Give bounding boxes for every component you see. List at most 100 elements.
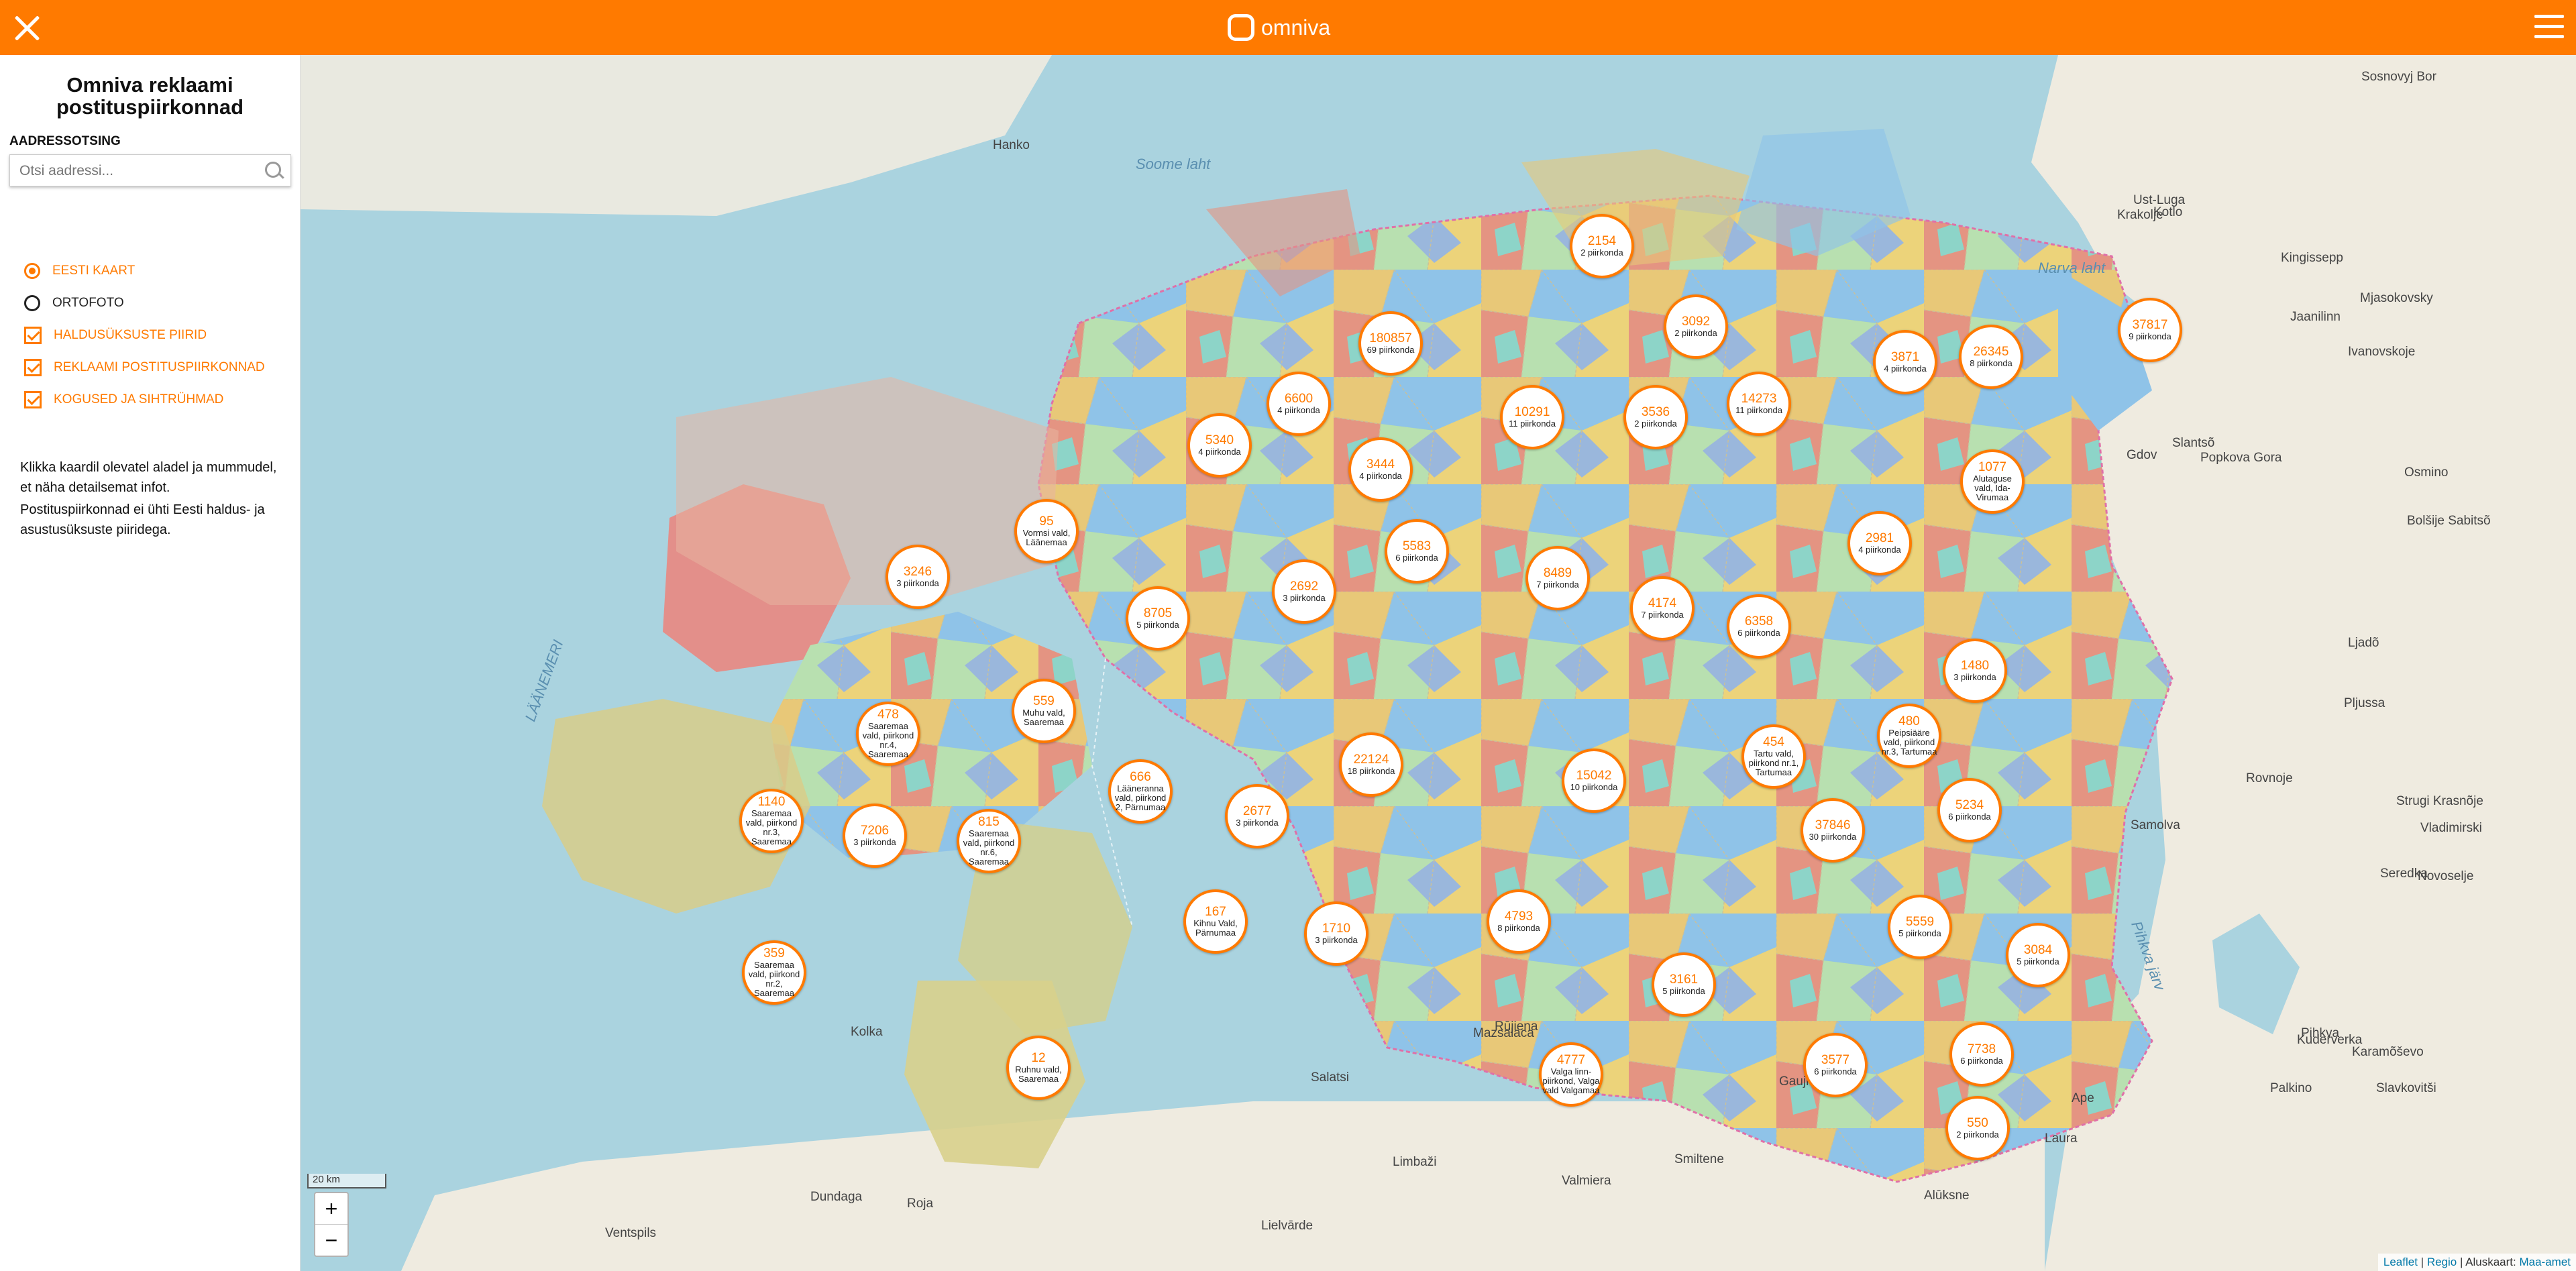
count-marker[interactable]: 7738 6 piirkonda (1949, 1022, 2014, 1087)
count-marker[interactable]: 14273 11 piirkonda (1727, 372, 1791, 436)
search-icon[interactable] (265, 162, 281, 178)
count-marker[interactable]: 3536 2 piirkonda (1623, 385, 1688, 449)
checkbox[interactable] (24, 359, 42, 376)
count-marker[interactable]: 559 Muhu vald, Saaremaa (1012, 679, 1076, 743)
close-icon[interactable] (9, 11, 44, 46)
count-marker[interactable]: 26345 8 piirkonda (1959, 325, 2023, 389)
count-marker[interactable]: 180857 69 piirkonda (1358, 311, 1423, 376)
count-marker[interactable]: 3444 4 piirkonda (1348, 437, 1413, 502)
marker-count: 3536 (1641, 405, 1670, 419)
count-marker[interactable]: 2692 3 piirkonda (1272, 559, 1336, 624)
count-marker[interactable]: 5559 5 piirkonda (1888, 895, 1952, 959)
count-marker[interactable]: 95 Vormsi vald, Läänemaa (1014, 499, 1079, 563)
count-marker[interactable]: 37817 9 piirkonda (2118, 298, 2182, 362)
marker-label: 6 piirkonda (1737, 628, 1780, 638)
count-marker[interactable]: 4777 Valga linn-piirkond, Valga vald Valg… (1539, 1042, 1603, 1107)
address-search-input[interactable] (18, 159, 262, 183)
count-marker[interactable]: 12 Ruhnu vald, Saaremaa (1006, 1036, 1071, 1100)
count-marker[interactable]: 15042 10 piirkonda (1562, 749, 1626, 813)
marker-label: 7 piirkonda (1641, 610, 1684, 620)
count-marker[interactable]: 8705 5 piirkonda (1126, 586, 1190, 651)
marker-count: 14273 (1741, 392, 1777, 406)
radio-button[interactable] (24, 263, 40, 279)
marker-count: 2692 (1289, 579, 1319, 594)
layer-option-3[interactable]: HALDUSÜKSUSTE PIIRID (24, 325, 207, 346)
checkbox[interactable] (24, 327, 42, 344)
count-marker[interactable]: 5234 6 piirkonda (1937, 778, 2002, 842)
marker-count: 478 (877, 708, 899, 722)
count-marker[interactable]: 666 Lääneranna vald, piirkond 2, Pärnumaa (1108, 759, 1173, 824)
marker-count: 815 (978, 815, 1000, 829)
marker-count: 22124 (1353, 753, 1389, 767)
count-marker[interactable]: 167 Kihnu Vald, Pärnumaa (1183, 889, 1248, 954)
marker-count: 5234 (1955, 798, 1984, 812)
count-marker[interactable]: 1480 3 piirkonda (1943, 639, 2007, 703)
count-marker[interactable]: 3577 6 piirkonda (1803, 1033, 1868, 1097)
zoom-out-button[interactable]: − (315, 1224, 347, 1256)
count-marker[interactable]: 3871 4 piirkonda (1873, 330, 1937, 394)
hamburger-menu-icon[interactable] (2534, 15, 2564, 40)
marker-label: 6 piirkonda (1960, 1056, 2003, 1066)
layer-option-2[interactable]: ORTOFOTO (24, 292, 124, 314)
count-marker[interactable]: 2154 2 piirkonda (1570, 214, 1634, 278)
layer-option-4[interactable]: REKLAAMI POSTITUSPIIRKONNAD (24, 357, 265, 378)
count-marker[interactable]: 1140 Saaremaa vald, piirkond nr.3, Saarem… (739, 789, 804, 853)
marker-count: 3161 (1669, 973, 1699, 987)
place-label: Strugi Krasnõje (2396, 794, 2483, 808)
maa-amet-link[interactable]: Maa-amet (2519, 1256, 2571, 1268)
map-scale: 20 km (307, 1174, 386, 1189)
count-marker[interactable]: 550 2 piirkonda (1945, 1096, 2010, 1160)
count-marker[interactable]: 4793 8 piirkonda (1487, 889, 1551, 954)
attribution-separator: | (2417, 1256, 2427, 1268)
count-marker[interactable]: 5583 6 piirkonda (1385, 519, 1449, 584)
leaflet-link[interactable]: Leaflet (2383, 1256, 2418, 1268)
count-marker[interactable]: 4174 7 piirkonda (1630, 576, 1695, 641)
layer-option-1[interactable]: EESTI KAART (24, 260, 135, 282)
map[interactable]: Soome laht Narva laht Pihkva järv LÄÄNEM… (301, 55, 2576, 1271)
regio-link[interactable]: Regio (2427, 1256, 2457, 1268)
count-marker[interactable]: 8489 7 piirkonda (1525, 546, 1590, 610)
marker-label: 4 piirkonda (1198, 447, 1241, 457)
checkbox[interactable] (24, 391, 42, 408)
marker-label: Valga linn-piirkond, Valga vald Valgamaa (1542, 1066, 1600, 1095)
marker-label: 11 piirkonda (1735, 405, 1782, 415)
marker-label: 3 piirkonda (853, 837, 896, 847)
layer-option-5[interactable]: KOGUSED JA SIHTRÜHMAD (24, 389, 223, 410)
count-marker[interactable]: 6600 4 piirkonda (1267, 372, 1331, 436)
marker-label: 2 piirkonda (1956, 1129, 1999, 1140)
count-marker[interactable]: 22124 18 piirkonda (1339, 732, 1403, 797)
count-marker[interactable]: 454 Tartu vald, piirkond nr.1, Tartumaa (1741, 724, 1806, 789)
place-label: Kingissepp (2281, 251, 2343, 265)
count-marker[interactable]: 37846 30 piirkonda (1801, 798, 1865, 863)
count-marker[interactable]: 2981 4 piirkonda (1847, 511, 1912, 575)
count-marker[interactable]: 480 Peipsiääre vald, piirkond nr.3, Tartu… (1877, 704, 1941, 768)
place-label: Alūksne (1924, 1189, 1970, 1203)
count-marker[interactable]: 3084 5 piirkonda (2006, 923, 2070, 987)
count-marker[interactable]: 6358 6 piirkonda (1727, 594, 1791, 659)
count-marker[interactable]: 478 Saaremaa vald, piirkond nr.4, Saarema… (856, 702, 920, 766)
count-marker[interactable]: 359 Saaremaa vald, piirkond nr.2, Saarema… (742, 940, 806, 1005)
marker-label: Alutaguse vald, Ida-Virumaa (1973, 474, 2012, 502)
place-label: Sosnovyj Bor (2361, 70, 2436, 84)
count-marker[interactable]: 1710 3 piirkonda (1304, 901, 1368, 966)
radio-button[interactable] (24, 295, 40, 311)
brand-name: omniva (1261, 15, 1331, 40)
count-marker[interactable]: 5340 4 piirkonda (1187, 413, 1252, 478)
count-marker[interactable]: 1077 Alutaguse vald, Ida-Virumaa (1960, 449, 2025, 514)
place-label: Laura (2045, 1131, 2078, 1146)
place-label: Slavkovitši (2376, 1081, 2436, 1095)
place-label: Bolšije Sabitsõ (2407, 514, 2491, 528)
place-label: Ljadõ (2348, 636, 2379, 650)
count-marker[interactable]: 7206 3 piirkonda (843, 804, 907, 868)
count-marker[interactable]: 10291 11 piirkonda (1500, 385, 1564, 449)
marker-label: 8 piirkonda (1970, 358, 2012, 368)
marker-count: 1710 (1322, 922, 1351, 936)
place-label: Ivanovskoje (2348, 345, 2416, 359)
place-label: Popkova Gora (2200, 451, 2282, 465)
zoom-in-button[interactable]: + (315, 1193, 347, 1224)
count-marker[interactable]: 815 Saaremaa vald, piirkond nr.6, Saarema… (957, 809, 1021, 873)
count-marker[interactable]: 3161 5 piirkonda (1652, 952, 1716, 1017)
count-marker[interactable]: 3092 2 piirkonda (1664, 294, 1728, 359)
count-marker[interactable]: 2677 3 piirkonda (1225, 784, 1289, 848)
count-marker[interactable]: 3246 3 piirkonda (885, 545, 950, 609)
